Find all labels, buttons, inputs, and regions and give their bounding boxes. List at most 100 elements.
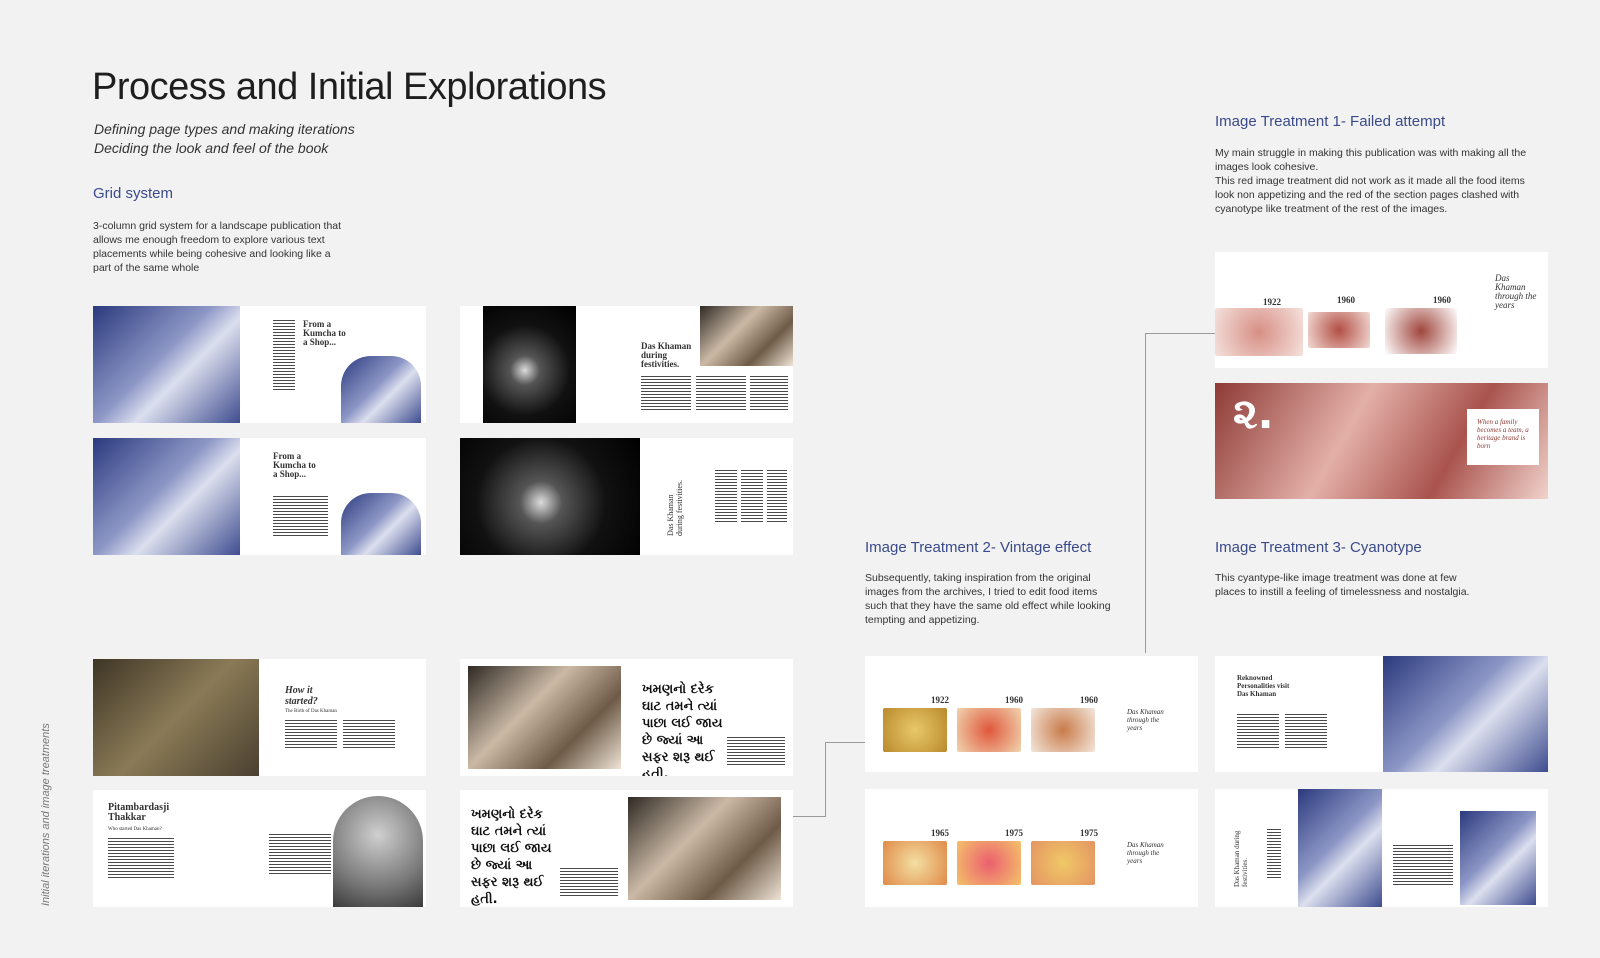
night-photo — [460, 438, 640, 555]
spread-kumcha-1: From a Kumcha to a Shop... — [93, 306, 426, 423]
started-subtitle: The Birth of Das Khaman — [285, 709, 337, 714]
red-food-photo — [1385, 308, 1457, 354]
food-photo — [1031, 708, 1095, 752]
spread-vintage-1: 1922 1960 1960 Das Khaman through the ye… — [865, 656, 1198, 772]
spread-gujarati-1: ખમણનો દરેક ઘાટ તમને ત્યાં પાછા લઈ જાય છે… — [460, 659, 793, 776]
spread-gujarati-2: ખમણનો દરેક ઘાટ તમને ત્યાં પાછા લઈ જાય છે… — [460, 790, 793, 907]
spread-red-team: ૨. When a family becomes a team, a herit… — [1215, 383, 1548, 499]
red-numeral: ૨. — [1233, 389, 1274, 438]
spread-red-years: 1922 1960 1960 Das Khaman through the ye… — [1215, 252, 1548, 368]
cyanotype-photo — [93, 306, 240, 423]
year-3: 1975 — [1080, 828, 1098, 838]
pitambar-subtitle: Who started Das Khaman? — [108, 827, 162, 832]
quote-box: When a family becomes a team, a heritage… — [1467, 409, 1539, 465]
treatment2-body: Subsequently, taking inspiration from th… — [865, 572, 1111, 626]
shop-photo — [628, 797, 781, 900]
through-years-title: Das Khaman through the years — [1495, 273, 1537, 310]
kumcha-title: From a Kumcha to a Shop... — [303, 319, 346, 347]
year-1: 1965 — [931, 828, 949, 838]
text-block — [1285, 714, 1327, 748]
portrait-photo — [93, 659, 259, 776]
connector-line — [825, 742, 865, 743]
grid-system-body: 3-column grid system for a landscape pub… — [93, 220, 342, 274]
text-block — [1267, 829, 1281, 879]
food-photo — [957, 841, 1021, 885]
text-block — [560, 868, 618, 896]
page-title: Process and Initial Explorations — [92, 66, 607, 108]
red-food-photo — [1215, 308, 1303, 356]
food-photo — [957, 708, 1021, 752]
text-block — [741, 470, 763, 522]
pitambar-title: Pitambardasji Thakkar — [108, 802, 170, 823]
text-block — [273, 496, 328, 538]
figures-photo — [341, 356, 421, 423]
cyanotype-photo — [93, 438, 240, 555]
through-years-title: Das Khaman through the years — [1127, 841, 1164, 865]
spread-kumcha-2: From a Kumcha to a Shop... — [93, 438, 426, 555]
text-block — [696, 376, 746, 410]
text-block — [750, 376, 788, 410]
text-block — [273, 320, 295, 392]
text-block — [727, 737, 785, 765]
gujarati-text: ખમણનો દરેક ઘાટ તમને ત્યાં પાછા લઈ જાય છે… — [642, 682, 723, 776]
side-label: Initial iterations and image treatments — [40, 723, 52, 906]
food-photo — [1031, 841, 1095, 885]
portrait-photo — [333, 796, 423, 907]
subtitle-line-1: Defining page types and making iteration… — [94, 121, 355, 137]
spread-pitambardasji: Pitambardasji Thakkar Who started Das Kh… — [93, 790, 426, 907]
text-block — [269, 834, 331, 876]
festivities-rotated-title: Das Khaman during festivities. — [1233, 830, 1249, 887]
text-block — [1393, 845, 1453, 885]
year-3: 1960 — [1080, 695, 1098, 705]
subtitle-line-2: Deciding the look and feel of the book — [94, 140, 329, 156]
page-subtitle: Defining page types and making iteration… — [94, 120, 355, 158]
cyanotype-night-photo — [1298, 789, 1382, 907]
spread-cyan-festivities: Das Khaman during festivities. — [1215, 789, 1548, 907]
spread-personalities: Reknowned Personalities visit Das Khaman — [1215, 656, 1548, 772]
personalities-title: Reknowned Personalities visit Das Khaman — [1237, 674, 1290, 698]
red-year-2: 1960 — [1337, 295, 1355, 305]
night-photo — [483, 306, 576, 423]
red-food-photo — [1308, 312, 1370, 348]
treatment1-body-line1: My main struggle in making this publicat… — [1215, 147, 1527, 173]
text-block — [767, 470, 787, 522]
kumcha-title: From a Kumcha to a Shop... — [273, 451, 316, 479]
red-year-1: 1922 — [1263, 297, 1281, 307]
text-block — [1237, 714, 1279, 748]
year-2: 1975 — [1005, 828, 1023, 838]
through-years-title: Das Khaman through the years — [1127, 708, 1164, 732]
figures-photo — [341, 493, 421, 555]
red-year-3: 1960 — [1433, 295, 1451, 305]
started-title: How it started? — [285, 685, 318, 707]
text-block — [343, 720, 395, 748]
cyanotype-scooter-photo — [1460, 811, 1536, 905]
treatment3-heading: Image Treatment 3- Cyanotype — [1215, 539, 1422, 556]
connector-line — [1145, 333, 1146, 653]
spread-festivities-1: Das Khaman during festivities. — [460, 306, 793, 423]
cyanotype-crowd-photo — [1383, 656, 1548, 772]
connector-line — [825, 742, 826, 817]
grid-system-heading: Grid system — [93, 185, 174, 202]
spread-festivities-2: Das Khaman during festivities. — [460, 438, 793, 555]
text-block — [285, 720, 337, 748]
food-photo — [883, 841, 947, 885]
text-block — [641, 376, 691, 410]
gujarati-text: ખમણનો દરેક ઘાટ તમને ત્યાં પાછા લઈ જાય છે… — [471, 807, 552, 907]
treatment1-heading: Image Treatment 1- Failed attempt — [1215, 113, 1446, 130]
year-2: 1960 — [1005, 695, 1023, 705]
crowd-photo — [700, 306, 793, 366]
shop-photo — [468, 666, 621, 769]
connector-line — [1145, 333, 1215, 334]
food-photo — [883, 708, 947, 752]
text-block — [108, 838, 174, 878]
treatment3-body: This cyantype-like image treatment was d… — [1215, 572, 1470, 598]
treatment1-body-line2: This red image treatment did not work as… — [1215, 175, 1525, 215]
spread-vintage-2: 1965 1975 1975 Das Khaman through the ye… — [865, 789, 1198, 907]
treatment2-heading: Image Treatment 2- Vintage effect — [865, 539, 1092, 556]
red-quote: When a family becomes a team, a heritage… — [1477, 418, 1529, 450]
festivities-rotated-title: Das Khaman during festivities. — [666, 480, 684, 536]
spread-how-started: How it started? The Birth of Das Khaman — [93, 659, 426, 776]
treatment1-body: My main struggle in making this publicat… — [1215, 146, 1545, 216]
text-block — [715, 470, 737, 522]
year-1: 1922 — [931, 695, 949, 705]
